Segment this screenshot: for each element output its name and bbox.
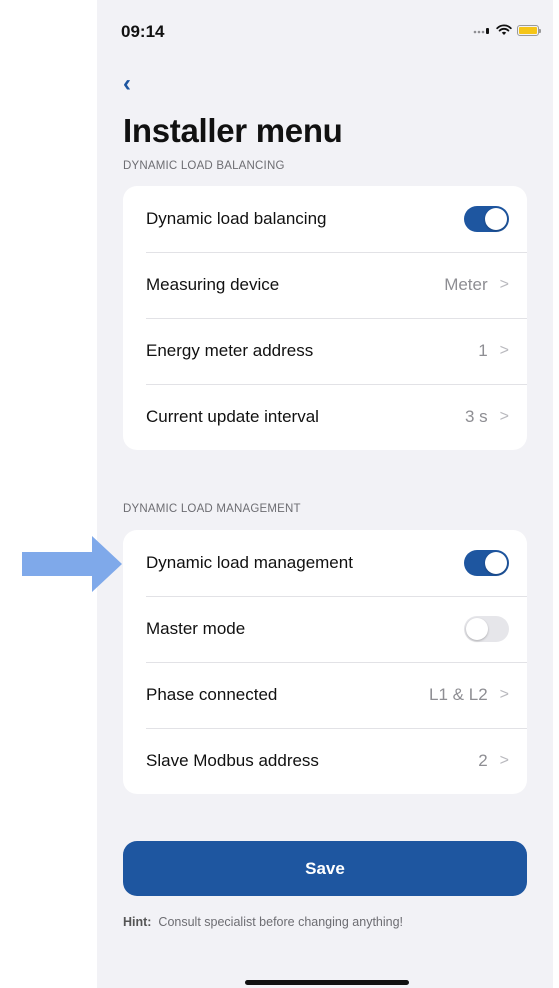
toggle-knob [466,618,488,640]
row-label: Measuring device [146,275,280,294]
row-dynamic-load-balancing[interactable]: Dynamic load balancing [123,186,527,252]
toggle-dynamic-load-balancing[interactable] [464,206,509,232]
toggle-knob [485,552,507,574]
wifi-icon [496,24,512,35]
row-label: Dynamic load management [146,553,353,572]
battery-icon [517,24,541,36]
row-value: L1 & L2 [429,685,488,704]
status-icons [473,24,541,36]
chevron-right-icon: > [499,752,509,769]
row-value: 1 [478,341,488,360]
section-header-load-management: DYNAMIC LOAD MANAGEMENT [123,503,301,515]
row-value: 2 [478,751,488,770]
toggle-dynamic-load-management[interactable] [464,550,509,576]
row-measuring-device[interactable]: Measuring device Meter > [123,252,527,318]
save-button[interactable]: Save [123,841,527,896]
row-master-mode[interactable]: Master mode [123,596,527,662]
page-title: Installer menu [123,112,343,149]
card-load-balancing: Dynamic load balancing Measuring device … [123,186,527,450]
chevron-right-icon: > [499,342,509,359]
toggle-knob [485,208,507,230]
toggle-master-mode[interactable] [464,616,509,642]
row-label: Phase connected [146,685,278,704]
row-label: Master mode [146,619,246,638]
row-current-update-interval[interactable]: Current update interval 3 s > [123,384,527,450]
hint-label: Hint: [123,915,152,929]
status-time: 09:14 [121,22,165,41]
chevron-right-icon: > [499,408,509,425]
section-header-load-balancing: DYNAMIC LOAD BALANCING [123,160,285,172]
row-value: Meter [444,275,488,294]
row-energy-meter-address[interactable]: Energy meter address 1 > [123,318,527,384]
card-load-management: Dynamic load management Master mode Phas… [123,530,527,794]
home-indicator [245,980,409,985]
row-value: 3 s [464,407,488,426]
row-slave-modbus-address[interactable]: Slave Modbus address 2 > [123,728,527,794]
chevron-right-icon: > [499,686,509,703]
row-label: Current update interval [146,407,319,426]
row-label: Dynamic load balancing [146,209,327,228]
row-label: Slave Modbus address [146,751,319,770]
back-button[interactable]: ‹ [123,70,131,98]
arrow-right-icon [22,536,122,592]
row-label: Energy meter address [146,341,314,360]
row-dynamic-load-management[interactable]: Dynamic load management [123,530,527,596]
signal-icon [473,28,489,34]
chevron-right-icon: > [499,276,509,293]
hint-text: Hint: Consult specialist before changing… [123,915,403,929]
hint-message: Consult specialist before changing anyth… [158,915,404,929]
row-phase-connected[interactable]: Phase connected L1 & L2 > [123,662,527,728]
phone-screen: 09:14 ‹ Installer menu DYNAMIC LOAD BALA… [97,0,553,988]
back-chevron-icon: ‹ [123,70,131,97]
